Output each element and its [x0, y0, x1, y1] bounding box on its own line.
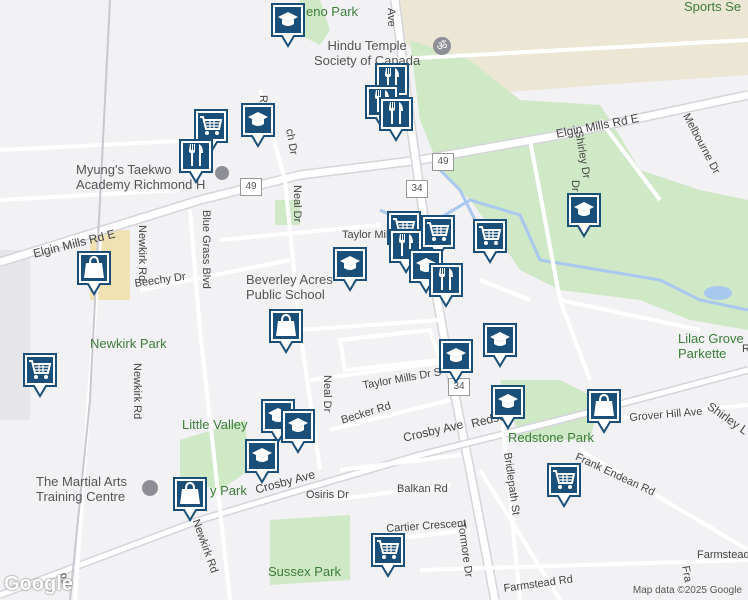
blue-grass-label: Blue Grass Blvd: [200, 210, 212, 289]
shopping-cart-icon: [547, 463, 581, 508]
lilac-grove-label: Lilac Grove Parkette: [678, 331, 744, 361]
newkirk-rd-label: Newkirk Rd: [136, 225, 148, 282]
google-logo: Google: [4, 573, 73, 595]
lilac-line-2: Parkette: [678, 346, 727, 361]
shopping-bag-icon: [587, 389, 621, 434]
graduation-cap-icon: [491, 385, 525, 430]
map-canvas[interactable]: eno Park Hindu Temple Society of Canada …: [0, 0, 748, 600]
fork-knife-icon: [429, 263, 463, 308]
neal-dr-label: Neal Dr: [291, 185, 303, 223]
little-valley-label: Little Valley: [182, 417, 248, 432]
ave-label: Ave: [385, 8, 397, 27]
shopping-cart-icon: [473, 219, 507, 264]
graduation-cap-icon: [271, 3, 305, 48]
newkirk-rd-mid-label: Newkirk Rd: [131, 363, 143, 420]
martial-arts-line-2: Training Centre: [36, 489, 126, 504]
balkan-label: Balkan Rd: [397, 483, 448, 495]
school-marker[interactable]: [270, 2, 306, 48]
farmstead-right-label: Farmstead: [697, 549, 748, 561]
y-park-label: y Park: [210, 483, 247, 498]
park-label-top: eno Park: [306, 4, 359, 19]
sports-label: Sports Se: [684, 0, 742, 14]
shopping-bag-icon: [269, 309, 303, 354]
restaurant-marker[interactable]: [428, 262, 464, 308]
route-49-shield: 49: [240, 178, 262, 196]
restaurant-marker[interactable]: [178, 138, 214, 184]
school-marker[interactable]: [438, 338, 474, 384]
grocery-marker[interactable]: [546, 462, 582, 508]
map-attribution[interactable]: Map data ©2025 Google: [633, 585, 742, 596]
temple-icon: ॐ: [433, 37, 451, 55]
graduation-cap-icon: [483, 323, 517, 368]
grocery-marker[interactable]: [472, 218, 508, 264]
graduation-cap-icon: [241, 103, 275, 148]
shopping-marker[interactable]: [76, 250, 112, 296]
route-49-shield: 49: [432, 153, 454, 171]
grocery-marker[interactable]: [370, 532, 406, 578]
fork-knife-icon: [179, 139, 213, 184]
shopping-cart-icon: [371, 533, 405, 578]
graduation-cap-icon: [281, 409, 315, 454]
osiris-label: Osiris Dr: [306, 489, 349, 501]
route-34-shield: 34: [406, 180, 428, 198]
shopping-bag-icon: [77, 251, 111, 296]
shopping-marker[interactable]: [172, 476, 208, 522]
poi-dot-icon: [142, 480, 158, 496]
school-marker[interactable]: [280, 408, 316, 454]
beverley-line-2: Public School: [246, 287, 325, 302]
shopping-bag-icon: [173, 477, 207, 522]
grocery-marker[interactable]: [22, 352, 58, 398]
school-marker[interactable]: [490, 384, 526, 430]
pond: [704, 286, 732, 300]
sussex-park-label: Sussex Park: [268, 564, 341, 579]
shopping-marker[interactable]: [268, 308, 304, 354]
shopping-cart-icon: [23, 353, 57, 398]
lilac-line-1: Lilac Grove: [678, 331, 744, 346]
school-marker[interactable]: [566, 192, 602, 238]
fra-label: Fra: [679, 564, 694, 584]
beverley-school-label: Beverley Acres Public School: [246, 272, 333, 302]
neal-dr-lower-label: Neal Dr: [321, 375, 333, 413]
dr-label: Dr: [569, 180, 581, 192]
school-marker[interactable]: [244, 438, 280, 484]
school-marker[interactable]: [240, 102, 276, 148]
school-marker[interactable]: [482, 322, 518, 368]
hindu-temple-line-1: Hindu Temple: [327, 38, 407, 53]
shopping-marker[interactable]: [586, 388, 622, 434]
school-marker[interactable]: [332, 246, 368, 292]
fork-knife-icon: [379, 97, 413, 142]
graduation-cap-icon: [439, 339, 473, 384]
redstone-park-label: Redstone Park: [508, 430, 594, 445]
martial-arts-line-1: The Martial Arts: [36, 474, 128, 489]
newkirk-park-label: Newkirk Park: [90, 336, 167, 351]
martial-arts-label: The Martial Arts Training Centre: [36, 474, 127, 504]
graduation-cap-icon: [245, 439, 279, 484]
restaurant-marker[interactable]: [378, 96, 414, 142]
r-label: R: [742, 343, 748, 355]
graduation-cap-icon: [567, 193, 601, 238]
graduation-cap-icon: [333, 247, 367, 292]
poi-dot-icon: [215, 166, 229, 180]
beverley-line-1: Beverley Acres: [246, 272, 333, 287]
